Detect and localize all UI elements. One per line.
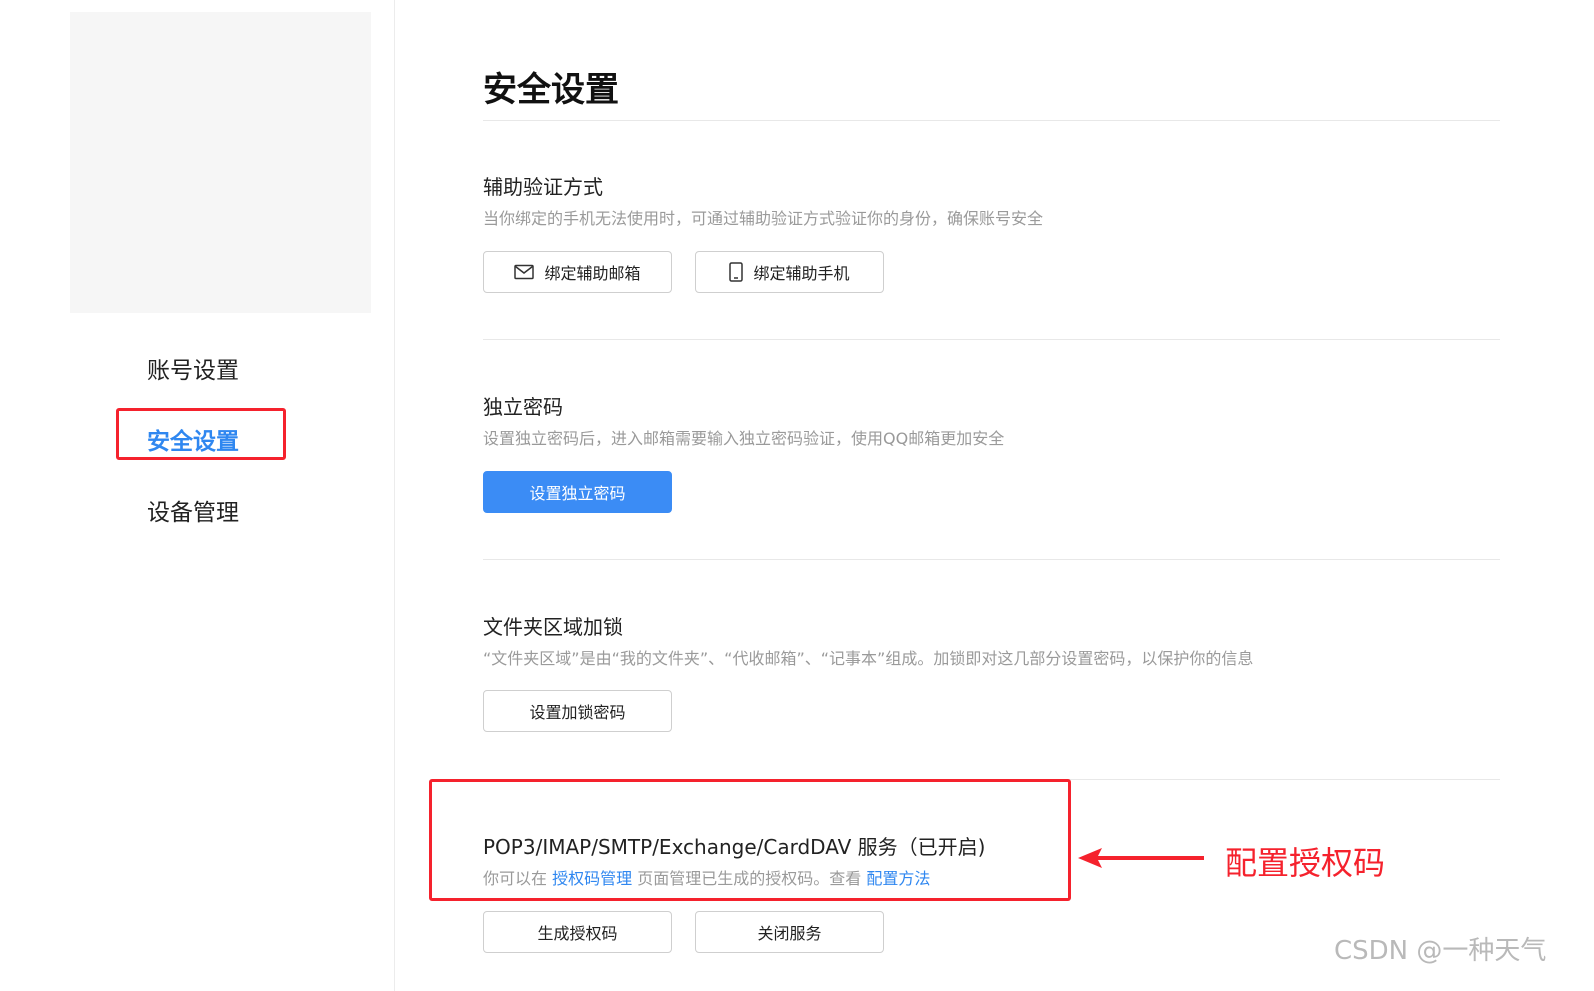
aux-verify-title: 辅助验证方式 xyxy=(483,175,603,199)
nav-highlight-box xyxy=(116,408,286,460)
set-lock-pwd-button[interactable]: 设置加锁密码 xyxy=(483,690,672,732)
sidebar: 账号设置 安全设置 设备管理 xyxy=(0,0,395,991)
avatar-placeholder xyxy=(70,12,371,313)
aux-verify-desc: 当你绑定的手机无法使用时，可通过辅助验证方式验证你的身份，确保账号安全 xyxy=(483,209,1044,228)
annotation-label: 配置授权码 xyxy=(1225,844,1386,882)
pop-service-highlight-box xyxy=(429,779,1071,901)
bind-aux-phone-label: 绑定辅助手机 xyxy=(753,264,850,283)
bind-aux-email-button[interactable]: 绑定辅助邮箱 xyxy=(483,251,672,293)
page-title: 安全设置 xyxy=(483,70,619,110)
sidebar-item-device-management[interactable]: 设备管理 xyxy=(147,493,239,527)
divider xyxy=(483,339,1500,340)
independent-pwd-desc: 设置独立密码后，进入邮箱需要输入独立密码验证，使用QQ邮箱更加安全 xyxy=(483,429,1005,448)
bind-aux-email-label: 绑定辅助邮箱 xyxy=(544,264,641,283)
folder-lock-desc: “文件夹区域”是由“我的文件夹”、“代收邮箱”、“记事本”组成。加锁即对这几部分… xyxy=(483,649,1254,668)
generate-auth-code-button[interactable]: 生成授权码 xyxy=(483,911,672,953)
annotation-arrow-icon xyxy=(1078,846,1206,874)
divider xyxy=(483,559,1500,560)
phone-icon xyxy=(729,262,744,282)
bind-aux-phone-button[interactable]: 绑定辅助手机 xyxy=(695,251,884,293)
mail-icon xyxy=(514,264,535,280)
watermark: CSDN @一种天气 xyxy=(1334,936,1547,966)
divider xyxy=(483,120,1500,121)
set-independent-pwd-button[interactable]: 设置独立密码 xyxy=(483,471,672,513)
sidebar-item-account-settings[interactable]: 账号设置 xyxy=(147,351,239,385)
independent-pwd-title: 独立密码 xyxy=(483,395,563,419)
close-service-button[interactable]: 关闭服务 xyxy=(695,911,884,953)
folder-lock-title: 文件夹区域加锁 xyxy=(483,615,623,639)
